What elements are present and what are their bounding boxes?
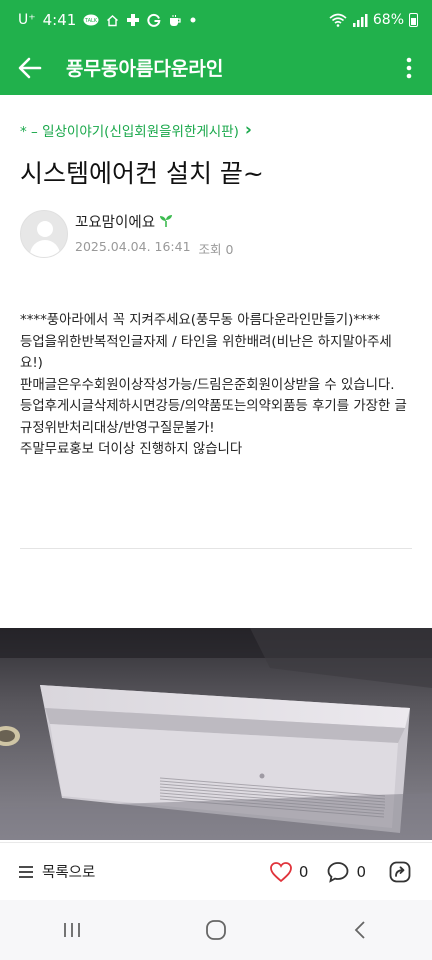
system-back-button[interactable] [330, 900, 390, 960]
status-bar: U⁺ 4:41 TALK 68% [0, 0, 432, 40]
like-count: 0 [298, 862, 309, 881]
post-body: ****풍아라에서 꼭 지켜주세요(풍무동 아름다운라인만들기)**** 등업을… [20, 310, 412, 461]
carrier-label: U⁺ [18, 12, 36, 28]
footer-actions: 0 0 [269, 860, 412, 884]
list-button[interactable]: 목록으로 [18, 861, 95, 882]
recent-apps-button[interactable] [42, 900, 102, 960]
avatar-body-shape [30, 240, 60, 257]
body-line: 주말무료홍보 더이상 진행하지 않습니다 [20, 442, 243, 457]
body-line: 등업후게시글삭제하시면강등/의약품또는의약외품등 후기를 가장한 글 규정위반처… [20, 399, 407, 436]
battery-icon [409, 13, 418, 27]
chevron-left-icon [354, 921, 365, 939]
category-label: * – 일상이야기(신입회원을위한게시판) [20, 124, 239, 140]
body-line: 판매글은우수회원이상작성가능/드림은준회원이상받을 수 있습니다. [20, 377, 395, 393]
category-link[interactable]: * – 일상이야기(신입회원을위한게시판) › [20, 120, 252, 140]
home-button[interactable] [186, 900, 246, 960]
post-title: 시스템에어컨 설치 끝~ [20, 159, 264, 188]
author-name-row[interactable]: 꼬요맘이에요 [75, 211, 233, 232]
chevron-right-icon: › [244, 120, 252, 140]
system-nav-bar [0, 900, 432, 960]
comment-button[interactable]: 0 [326, 861, 366, 883]
like-button[interactable]: 0 [269, 861, 309, 883]
app-header: 풍무동아름다운라인 [0, 40, 432, 95]
talk-icon: TALK [83, 14, 99, 25]
clock: 4:41 [42, 11, 77, 29]
page-title: 풍무동아름다운라인 [66, 58, 224, 80]
arrow-left-icon [18, 57, 42, 78]
comment-count: 0 [356, 862, 366, 881]
share-icon [389, 861, 411, 882]
battery-percent: 68% [372, 12, 404, 28]
svg-text:TALK: TALK [84, 18, 98, 24]
signal-icon [352, 14, 368, 27]
heart-icon [270, 861, 292, 882]
recent-apps-icon [64, 923, 80, 937]
more-menu-button[interactable] [386, 40, 432, 95]
author-meta: 꼬요맘이에요 2025.04.04. 16:41 조회 0 [75, 211, 233, 258]
body-line: 등업을위한반복적인글자제 / 타인을 위한배려(비난은 하지말아주세요!) [20, 334, 392, 372]
avatar-head-shape [37, 221, 53, 237]
coffee-icon [170, 14, 181, 26]
back-button[interactable] [0, 40, 60, 95]
footer-action-bar: 목록으로 0 0 [0, 842, 432, 900]
share-button[interactable] [388, 860, 412, 884]
author-row: 꼬요맘이에요 2025.04.04. 16:41 조회 0 [20, 210, 233, 258]
post-meta: 2025.04.04. 16:41 조회 0 [75, 239, 233, 258]
plus-icon [127, 14, 140, 26]
divider [20, 548, 412, 549]
status-left: U⁺ 4:41 TALK [18, 11, 197, 29]
sprout-icon [160, 215, 173, 227]
g-icon [147, 13, 161, 27]
post-date: 2025.04.04. 16:41 [75, 238, 191, 254]
home-circle-icon [206, 920, 226, 940]
aircon-photo [0, 628, 432, 840]
list-button-label: 목록으로 [42, 865, 96, 881]
view-count: 조회 0 [198, 241, 234, 257]
avatar[interactable] [20, 210, 68, 258]
post-photo[interactable] [0, 628, 432, 840]
status-right: 68% [329, 12, 418, 28]
wifi-icon [329, 13, 347, 27]
menu-icon [19, 865, 33, 878]
author-name: 꼬요맘이에요 [75, 214, 156, 231]
more-vertical-icon [406, 57, 412, 78]
dot-icon [190, 17, 196, 23]
comment-icon [328, 861, 349, 883]
home-icon [107, 14, 119, 26]
body-line: ****풍아라에서 꼭 지켜주세요(풍무동 아름다운라인만들기)**** [20, 313, 381, 328]
